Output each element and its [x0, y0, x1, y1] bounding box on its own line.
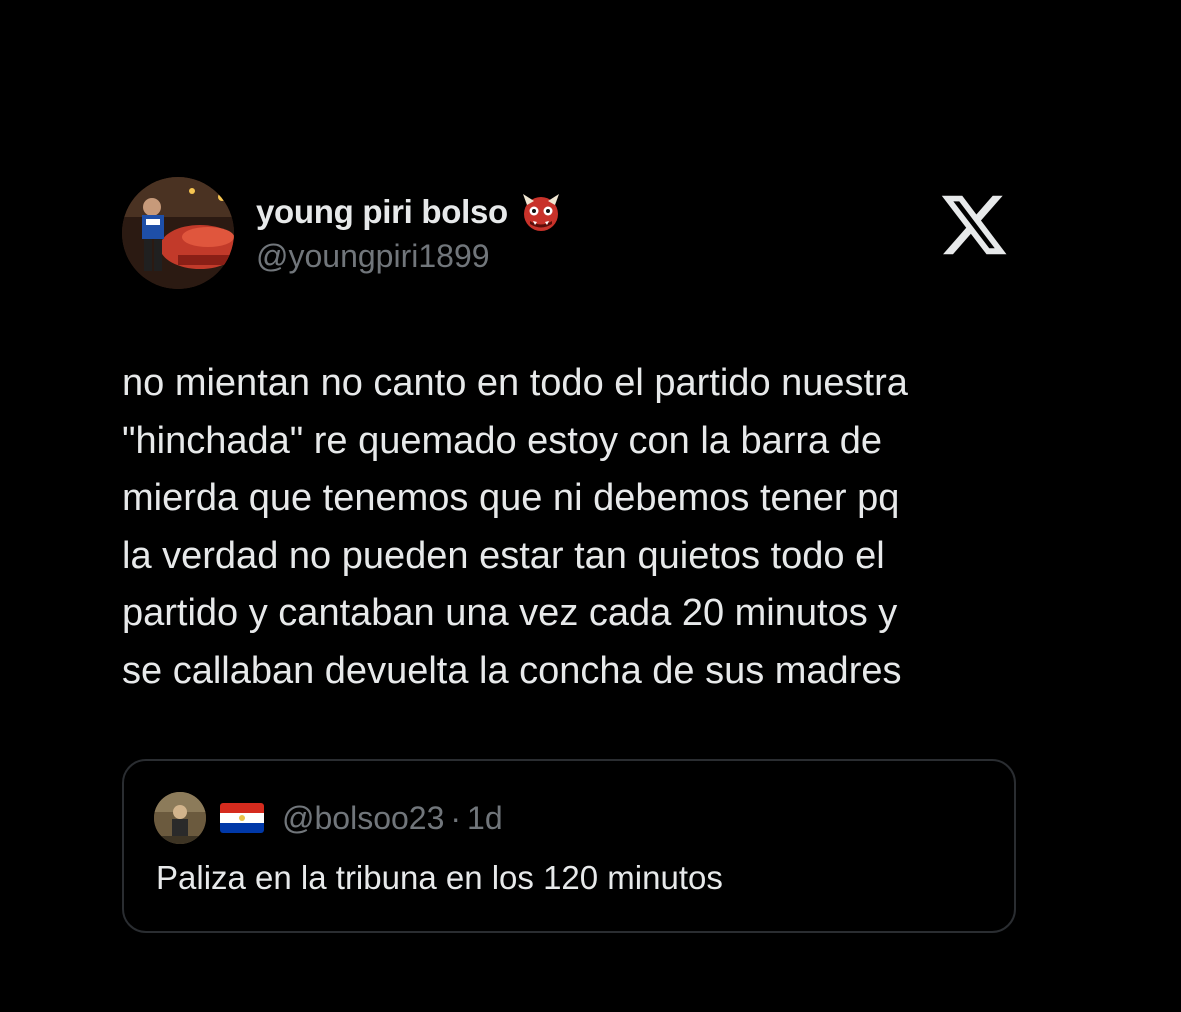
- author-handle[interactable]: @youngpiri1899: [256, 238, 490, 275]
- author-name-row: young piri bolso: [256, 192, 562, 232]
- tweet-card: young piri bolso @youngpiri1899 no mient…: [0, 0, 1181, 1012]
- paraguay-flag-icon: [220, 803, 264, 833]
- quoted-tweet-header: @bolsoo23 · 1d: [154, 791, 503, 845]
- tweet-text-line: mierda que tenemos que ni debemos tener …: [122, 477, 900, 519]
- quoted-tweet-text: Paliza en la tribuna en los 120 minutos: [156, 859, 723, 896]
- quoted-author-handle[interactable]: @bolsoo23: [282, 800, 444, 837]
- quoted-tweet-timestamp[interactable]: 1d: [467, 800, 503, 837]
- quoted-author-avatar[interactable]: [154, 792, 206, 844]
- tweet-text-line: "hinchada" re quemado estoy con la barra…: [122, 419, 883, 462]
- author-avatar[interactable]: [122, 177, 234, 289]
- tweet-text-line: se callaban devuelta la concha de sus ma…: [122, 649, 902, 692]
- tweet-text-line: no mientan no canto en todo el partido n…: [122, 362, 908, 404]
- quoted-tweet-card[interactable]: @bolsoo23 · 1d Paliza en la tribuna en l…: [122, 759, 1016, 933]
- x-logo-icon[interactable]: [938, 189, 1010, 261]
- dot-separator: ·: [450, 799, 462, 836]
- author-display-name[interactable]: young piri bolso: [256, 193, 508, 231]
- tweet-text-line: la verdad no pueden estar tan quietos to…: [122, 534, 885, 577]
- tweet-text: no mientan no canto en todo el partido n…: [122, 355, 1032, 700]
- ogre-icon: [520, 191, 562, 233]
- tweet-text-line: partido y cantaban una vez cada 20 minut…: [122, 592, 898, 634]
